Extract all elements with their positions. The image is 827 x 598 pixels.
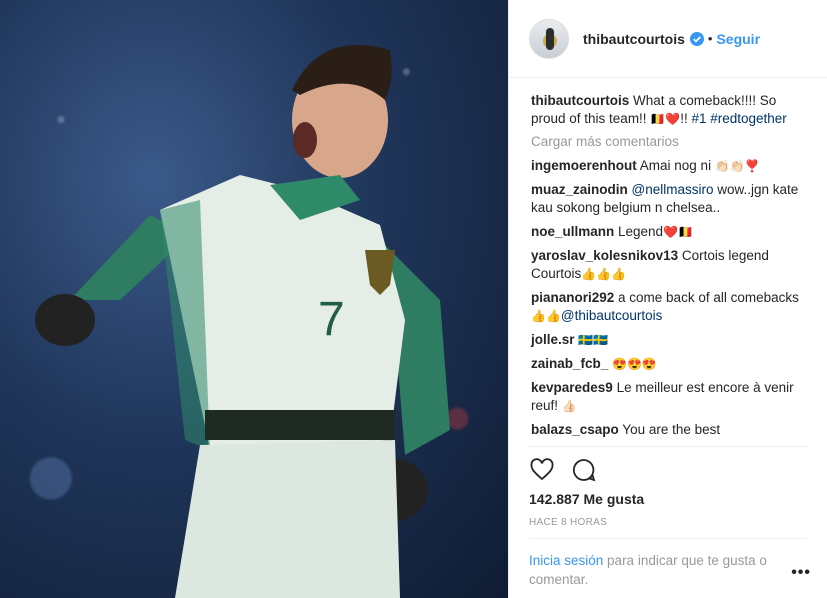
comment-item: jolle.sr 🇸🇪🇸🇪	[531, 331, 807, 349]
comment-mention[interactable]: @nellmassiro	[632, 182, 714, 197]
post-sidebar: thibautcourtois • Seguir thibautcourtois…	[508, 0, 827, 598]
comment-emoji: 👍🏻	[561, 399, 577, 413]
more-options-icon[interactable]: •••	[791, 564, 811, 582]
comment-item: balazs_csapo You are the best	[531, 421, 807, 439]
comment-icon[interactable]	[571, 457, 597, 483]
comment-item: yaroslav_kolesnikov13 Cortois legend Cou…	[531, 247, 807, 283]
comment-text: a come back of all comebacks	[614, 290, 799, 305]
comment-username[interactable]: kevparedes9	[531, 380, 613, 395]
comment-emoji: 👏🏻👏🏻❣️	[714, 159, 760, 173]
heart-icon[interactable]	[529, 457, 555, 483]
header-username[interactable]: thibautcourtois	[583, 31, 685, 47]
comment-username[interactable]: noe_ullmann	[531, 224, 614, 239]
caption-emoji: 🇧🇪❤️	[650, 112, 681, 126]
comment-emoji: 😍😍😍	[612, 357, 657, 371]
comment-item: noe_ullmann Legend❤️🇧🇪	[531, 223, 807, 241]
comment-username[interactable]: zainab_fcb_	[531, 356, 608, 371]
comment-emoji: 🇸🇪🇸🇪	[578, 333, 609, 347]
comment-item: zainab_fcb_ 😍😍😍	[531, 355, 807, 373]
post-header: thibautcourtois • Seguir	[509, 0, 827, 78]
jersey-number: 7	[318, 293, 345, 346]
caption: thibautcourtois What a comeback!!!! So p…	[531, 92, 807, 128]
comment-emoji: ❤️🇧🇪	[663, 225, 693, 239]
goalkeeper-illustration: 7	[35, 45, 450, 598]
comment-item: kevparedes9 Le meilleur est encore à ven…	[531, 379, 807, 415]
likes-count[interactable]: 142.887 Me gusta	[509, 483, 827, 507]
login-link[interactable]: Inicia sesión	[529, 553, 603, 568]
caption-hashtags[interactable]: #1 #redtogether	[691, 111, 786, 126]
comment-item: ingemoerenhout Amai nog ni 👏🏻👏🏻❣️	[531, 157, 807, 175]
comment-username[interactable]: balazs_csapo	[531, 422, 619, 437]
comment-text: Amai nog ni	[636, 158, 715, 173]
action-bar	[529, 446, 807, 483]
comment-emoji: 👍👍👍	[581, 267, 627, 281]
comment-username[interactable]: piananori292	[531, 290, 614, 305]
comment-item: muaz_zainodin @nellmassiro wow..jgn kate…	[531, 181, 807, 217]
comment-text: Legend	[614, 224, 664, 239]
comment-username[interactable]: jolle.sr	[531, 332, 575, 347]
caption-username[interactable]: thibautcourtois	[531, 93, 629, 108]
avatar[interactable]	[529, 18, 569, 59]
comment-username[interactable]: yaroslav_kolesnikov13	[531, 248, 678, 263]
comment-username[interactable]: muaz_zainodin	[531, 182, 628, 197]
comment-username[interactable]: ingemoerenhout	[531, 158, 637, 173]
caption-text-2: !!	[680, 111, 692, 126]
comment-text: You are the best	[618, 422, 721, 437]
post-photo[interactable]: 7	[0, 0, 508, 598]
separator-dot: •	[707, 31, 713, 46]
follow-button[interactable]: Seguir	[716, 31, 760, 47]
comments-list: thibautcourtois What a comeback!!!! So p…	[509, 78, 827, 446]
login-prompt: Inicia sesión para indicar que te gusta …	[529, 538, 807, 589]
load-more-comments[interactable]: Cargar más comentarios	[531, 134, 807, 149]
comment-emoji: 👍👍	[531, 309, 561, 323]
verified-icon	[689, 31, 704, 46]
comment-item: piananori292 a come back of all comeback…	[531, 289, 807, 325]
post-timestamp: HACE 8 HORAS	[529, 517, 608, 528]
comment-mention[interactable]: @thibautcourtois	[561, 308, 663, 323]
